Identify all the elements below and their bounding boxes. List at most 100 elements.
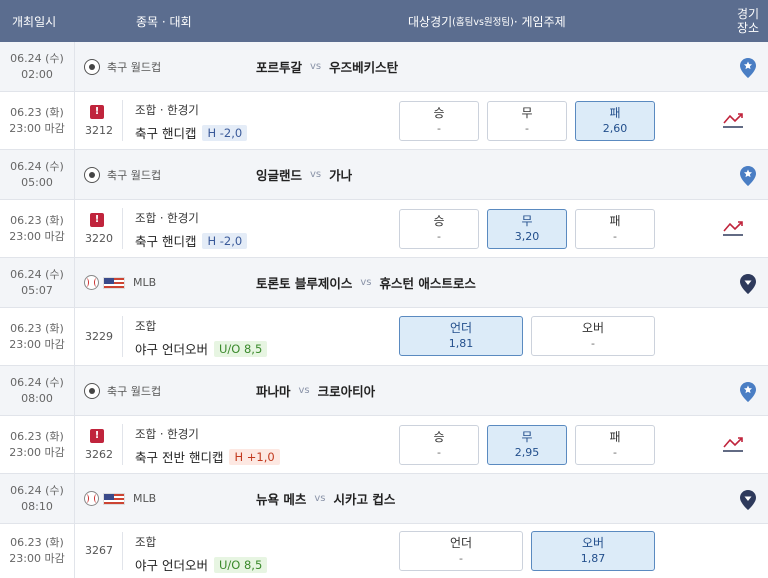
bet-row: 06.23 (화) 23:00 마감 ! 3212 조합 · 한경기 축구 핸디…: [0, 92, 768, 150]
header-match-sub: (홈팀vs원정팀): [452, 17, 514, 28]
odd-value: 1,81: [448, 337, 474, 350]
bet-date-cell: 06.23 (화) 23:00 마감: [0, 416, 74, 473]
odd-over-button[interactable]: 오버 1,87: [531, 531, 655, 571]
odd-win-button[interactable]: 승-: [399, 425, 479, 465]
odd-over-button[interactable]: 오버 -: [531, 316, 655, 356]
game-date: 06.24 (수): [10, 375, 64, 389]
odd-under-button[interactable]: 언더 -: [399, 531, 523, 571]
game-row: 06.24 (수) 08:10 MLB 뉴욕 메츠 vs 시카고 컵스: [0, 474, 768, 524]
odd-label: 무: [521, 430, 533, 444]
odd-label: 언더: [449, 321, 473, 335]
game-date-cell: 06.24 (수) 08:10: [0, 474, 74, 523]
odd-lose-button[interactable]: 패-: [575, 209, 655, 249]
bet-row: 06.23 (화) 23:00 마감 ! 3220 조합 · 한경기 축구 핸디…: [0, 200, 768, 258]
game-date-cell: 06.24 (수) 08:00: [0, 366, 74, 415]
game-number: 3212: [85, 124, 113, 137]
league: 축구 월드컵: [84, 150, 161, 199]
odd-label: 패: [609, 106, 621, 120]
game-number: 3229: [85, 330, 113, 343]
warning-icon: !: [90, 213, 104, 227]
location-pin-icon[interactable]: [740, 382, 756, 402]
header-date: 개최일시: [12, 14, 57, 29]
odd-draw-button[interactable]: 무 2,95: [487, 425, 567, 465]
odd-label: 무: [521, 214, 533, 228]
matchup[interactable]: 뉴욕 메츠 vs 시카고 컵스: [256, 474, 395, 523]
odd-draw-button[interactable]: 무 3,20: [487, 209, 567, 249]
odd-label: 승: [433, 430, 445, 444]
bet-date: 06.23 (화): [10, 536, 64, 549]
bet-row: 06.23 (화) 23:00 마감 3267 조합 야구 언더오버 U/O 8,…: [0, 524, 768, 578]
soccer-ball-icon: [84, 166, 100, 183]
game-time: 05:07: [21, 283, 53, 297]
bet-date: 06.23 (화): [10, 213, 64, 227]
matchup[interactable]: 포르투갈 vs 우즈베키스탄: [256, 42, 398, 91]
odd-label: 언더: [449, 536, 473, 550]
matchup[interactable]: 파나마 vs 크로아티아: [256, 366, 375, 415]
home-team: 파나마: [256, 384, 291, 399]
game-row: 06.24 (수) 05:00 축구 월드컵 잉글랜드 vs 가나: [0, 150, 768, 200]
bet-date: 06.23 (화): [10, 429, 64, 443]
bet-name: 야구 언더오버 U/O 8,5: [135, 339, 268, 358]
game-date-cell: 06.24 (수) 05:07: [0, 258, 74, 307]
odd-win-button[interactable]: 승-: [399, 209, 479, 249]
league-name: MLB: [133, 276, 157, 289]
game-number: 3262: [85, 448, 113, 461]
bet-date-cell: 06.23 (화) 23:00 마감: [0, 92, 74, 149]
header-match: 대상경기 (홈팀vs원정팀) · 게임주제: [408, 0, 566, 42]
league-name: MLB: [133, 492, 157, 505]
vs-label: vs: [310, 169, 322, 180]
matchup[interactable]: 잉글랜드 vs 가나: [256, 150, 352, 199]
location-pin-icon[interactable]: [740, 274, 756, 294]
bet-date: 06.23 (화): [10, 321, 64, 335]
matchup[interactable]: 토론토 블루제이스 vs 휴스턴 애스트로스: [256, 258, 476, 307]
bet-name-text: 축구 전반 핸디캡: [135, 450, 224, 465]
league-name: 축구 월드컵: [107, 60, 162, 74]
bet-deadline: 23:00 마감: [9, 121, 65, 135]
bet-type: 조합: [135, 319, 157, 333]
home-team: 포르투갈: [256, 60, 303, 75]
odd-value: -: [613, 230, 617, 243]
game-date-cell: 06.24 (수) 02:00: [0, 42, 74, 91]
odd-label: 오버: [581, 536, 605, 550]
game-number: 3220: [85, 232, 113, 245]
game-date: 06.24 (수): [10, 267, 64, 281]
odd-draw-button[interactable]: 무-: [487, 101, 567, 141]
bet-type: 조합 · 한경기: [135, 103, 199, 117]
trend-chart-icon[interactable]: [722, 435, 744, 453]
league: MLB: [84, 258, 156, 307]
table-header: 개최일시 종목 · 대회 대상경기 (홈팀vs원정팀) · 게임주제 경기 장소: [0, 0, 768, 42]
odd-value: -: [525, 122, 529, 135]
location-pin-icon[interactable]: [740, 166, 756, 186]
odd-label: 오버: [581, 321, 605, 335]
odd-label: 승: [433, 214, 445, 228]
odd-win-button[interactable]: 승-: [399, 101, 479, 141]
odd-lose-button[interactable]: 패 2,60: [575, 101, 655, 141]
handicap-badge: H +1,0: [229, 448, 280, 465]
bet-name-text: 야구 언더오버: [135, 558, 208, 573]
trend-chart-icon[interactable]: [722, 111, 744, 129]
bet-name: 축구 핸디캡 H -2,0: [135, 231, 248, 250]
odd-value: -: [591, 337, 595, 350]
game-time: 05:00: [21, 175, 53, 189]
game-date: 06.24 (수): [10, 483, 64, 497]
header-match-main: 대상경기: [408, 14, 453, 29]
location-pin-icon[interactable]: [740, 58, 756, 78]
vs-label: vs: [298, 385, 310, 396]
league-name: 축구 월드컵: [107, 168, 162, 182]
odd-value: -: [613, 446, 617, 459]
away-team: 시카고 컵스: [333, 492, 396, 507]
us-flag-icon: [103, 276, 125, 289]
soccer-ball-icon: [84, 58, 100, 75]
game-row: 06.24 (수) 02:00 축구 월드컵 포르투갈 vs 우즈베키스탄: [0, 42, 768, 92]
league: 축구 월드컵: [84, 42, 161, 91]
bet-name-text: 축구 핸디캡: [135, 234, 197, 249]
bet-name: 야구 언더오버 U/O 8,5: [135, 555, 268, 574]
location-pin-icon[interactable]: [740, 490, 756, 510]
handicap-badge: U/O 8,5: [213, 556, 268, 573]
game-row: 06.24 (수) 08:00 축구 월드컵 파나마 vs 크로아티아: [0, 366, 768, 416]
odd-under-button[interactable]: 언더 1,81: [399, 316, 523, 356]
bet-name: 축구 핸디캡 H -2,0: [135, 123, 248, 142]
away-team: 크로아티아: [317, 384, 376, 399]
odd-lose-button[interactable]: 패-: [575, 425, 655, 465]
trend-chart-icon[interactable]: [722, 219, 744, 237]
